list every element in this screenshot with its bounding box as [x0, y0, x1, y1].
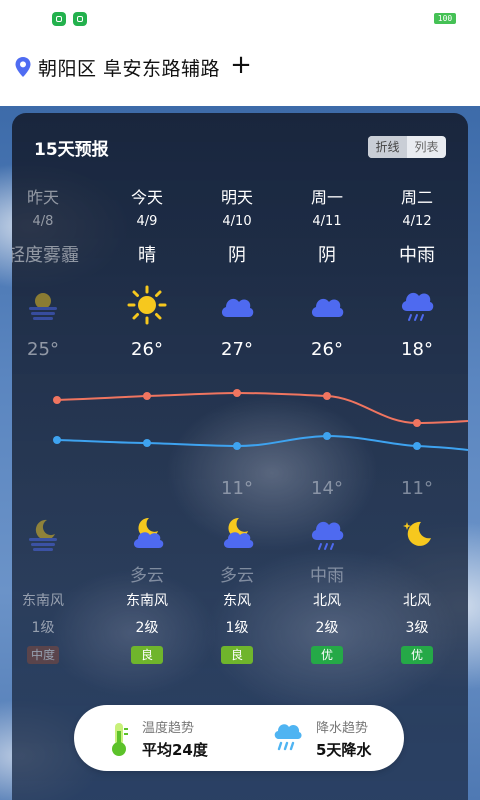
condition-label: 轻度雾霾 [12, 245, 79, 266]
cloudy-moon-icon [127, 514, 167, 554]
night-condition [372, 562, 462, 590]
temp-trend-value: 平均24度 [142, 741, 208, 759]
thermometer-icon [112, 723, 128, 756]
day-label: 周一 [310, 188, 343, 207]
condition-label: 晴 [138, 245, 156, 266]
night-condition: 多云 [130, 566, 164, 586]
cloud-icon [307, 285, 347, 325]
high-temp: 25° [27, 339, 59, 360]
rain-trend-title: 降水趋势 [316, 721, 369, 736]
wind-level: 2级 [315, 620, 339, 636]
high-temp-point [413, 419, 421, 427]
temperature-chart [53, 389, 468, 451]
wind-direction: 东南风 [126, 593, 168, 609]
day-label: 今天 [130, 188, 163, 207]
cloud-icon [217, 285, 257, 325]
day-column[interactable]: 昨天 4/8 轻度雾霾 25° [12, 185, 88, 363]
rain-trend-icon [274, 724, 302, 751]
rain-cloud-icon [397, 285, 437, 325]
day-label: 周二 [400, 188, 433, 207]
high-temp-point [143, 392, 151, 400]
sun-icon [127, 285, 167, 325]
high-temp-point [323, 392, 331, 400]
condition-label: 中雨 [399, 245, 435, 266]
wind-level: 2级 [135, 620, 159, 636]
date-label: 4/10 [222, 214, 252, 229]
temp-trend-title: 温度趋势 [142, 721, 195, 736]
condition-label: 阴 [318, 245, 336, 266]
night-condition: 中雨 [310, 566, 344, 586]
low-temp-point [53, 436, 61, 444]
battery-icon: 100 [434, 13, 456, 24]
high-temp: 27° [221, 339, 253, 360]
aqi-badge: 优 [401, 646, 433, 664]
day-label: 明天 [220, 188, 253, 207]
low-temp-point [323, 432, 331, 440]
wind-level: 1级 [31, 620, 55, 636]
rain-trend-value: 5天降水 [316, 741, 372, 759]
haze-sun-icon [23, 285, 63, 325]
high-temp-line [56, 391, 468, 425]
low-temp-line [56, 434, 468, 451]
low-temp: 11° [401, 478, 433, 499]
toggle-list-option[interactable]: 列表 [407, 136, 446, 158]
low-temp: 14° [311, 478, 343, 499]
night-condition [12, 562, 88, 590]
date-label: 4/11 [312, 214, 342, 229]
low-temp [102, 476, 192, 502]
aqi-badge: 中度 [27, 646, 59, 664]
status-bar: 100 [0, 0, 480, 36]
date-label: 4/9 [136, 214, 158, 229]
night-column[interactable]: 11° 北风 3级 优 [372, 476, 462, 664]
clear-moon-icon [397, 514, 437, 554]
condition-label: 阴 [228, 245, 246, 266]
trend-summary-pill[interactable]: 温度趋势 平均24度 降水趋势 5天降水 [74, 705, 404, 771]
high-temp: 26° [131, 339, 163, 360]
night-column[interactable]: 14° 中雨 北风 2级 优 [282, 476, 372, 664]
night-column[interactable]: 11° 多云 东风 1级 良 [192, 476, 282, 664]
location-header: 朝阳区 阜安东路辅路 + [0, 36, 480, 106]
wind-level: 1级 [225, 620, 249, 636]
wind-level: 3级 [405, 620, 429, 636]
forecast-title: 15天预报 [34, 140, 109, 160]
date-label: 4/12 [402, 214, 432, 229]
high-temp-point [233, 389, 241, 397]
day-column[interactable]: 周二 4/12 中雨 18° [372, 185, 462, 363]
high-temp-point [53, 396, 61, 404]
night-column[interactable]: 多云 东南风 2级 良 [102, 476, 192, 664]
low-temp: 11° [221, 478, 253, 499]
high-temp: 18° [401, 339, 433, 360]
aqi-badge: 优 [311, 646, 343, 664]
low-temp-point [413, 442, 421, 450]
view-toggle[interactable]: 折线 列表 [368, 136, 446, 158]
wind-direction: 东风 [223, 593, 251, 609]
low-temp-point [143, 439, 151, 447]
haze-moon-icon [23, 514, 63, 554]
shield-app-icon-2 [73, 12, 87, 26]
day-column[interactable]: 明天 4/10 阴 27° [192, 185, 282, 363]
low-temp-point [233, 442, 241, 450]
location-pin-icon [15, 57, 31, 77]
date-label: 4/8 [32, 214, 54, 229]
night-column[interactable]: 东南风 1级 中度 [12, 476, 88, 664]
low-temp [12, 476, 88, 502]
day-column[interactable]: 今天 4/9 晴 26° [102, 185, 192, 363]
aqi-badge: 良 [221, 646, 253, 664]
wind-direction: 北风 [403, 593, 431, 609]
shield-app-icon [52, 12, 66, 26]
wind-direction: 北风 [313, 593, 341, 609]
forecast-card: 15天预报 折线 列表 昨天 4/8 轻度雾霾 25° 今天 4/9 晴 26°… [12, 113, 468, 800]
add-city-button[interactable]: + [228, 50, 254, 80]
rain-cloud-icon [307, 514, 347, 554]
day-label: 昨天 [26, 188, 59, 207]
wind-direction: 东南风 [22, 593, 64, 609]
night-condition: 多云 [220, 566, 254, 586]
location-name[interactable]: 朝阳区 阜安东路辅路 [38, 54, 220, 81]
aqi-badge: 良 [131, 646, 163, 664]
cloudy-moon-icon [217, 514, 257, 554]
day-column[interactable]: 周一 4/11 阴 26° [282, 185, 372, 363]
high-temp: 26° [311, 339, 343, 360]
toggle-line-option[interactable]: 折线 [368, 136, 407, 158]
